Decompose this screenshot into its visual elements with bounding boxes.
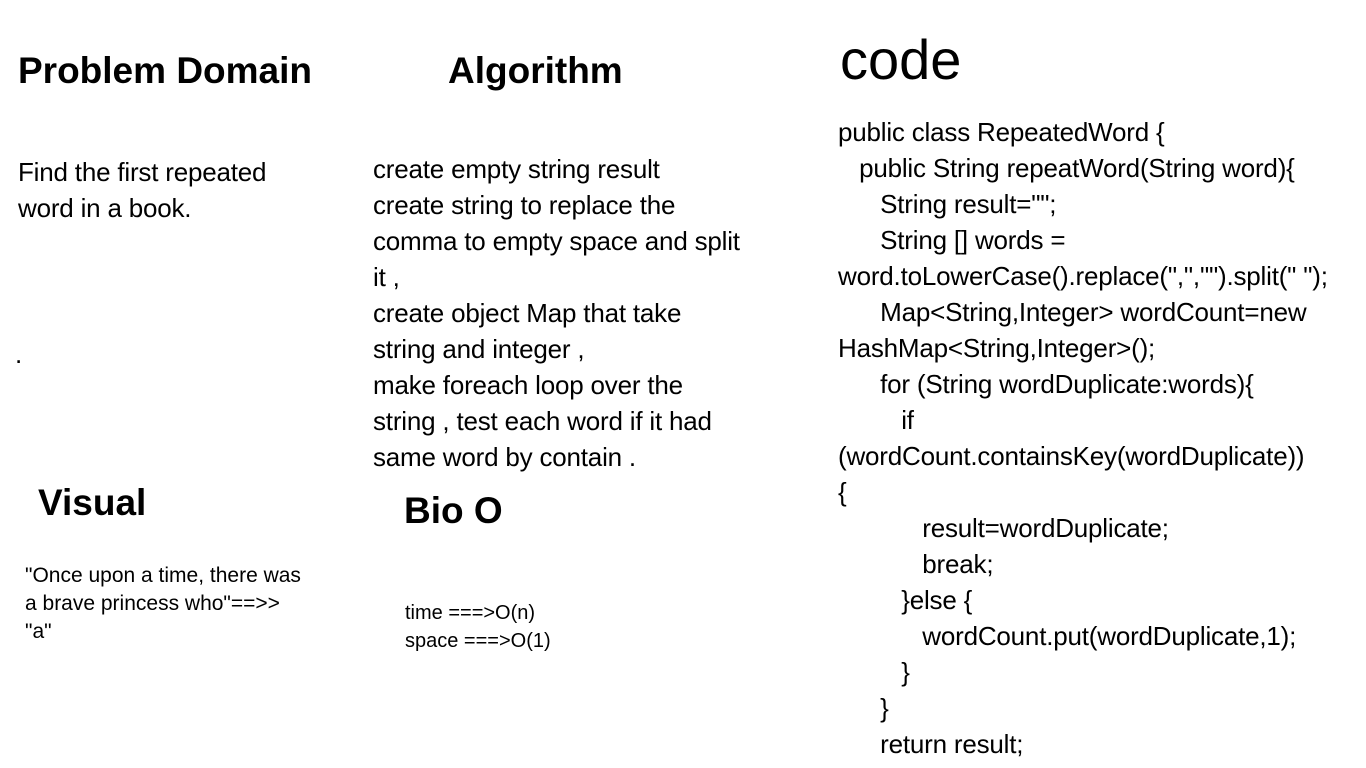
visual-heading: Visual xyxy=(38,482,147,523)
code-line: break; xyxy=(838,549,994,579)
code-line: wordCount.put(wordDuplicate,1); xyxy=(838,621,1297,651)
code-line: return result; xyxy=(838,729,1024,759)
big-o-time: time ===>O(n) xyxy=(405,602,536,624)
code-line: String result=""; xyxy=(838,189,1057,219)
code-line: Map<String,Integer> wordCount=new xyxy=(838,297,1307,327)
problem-domain-line: Find the first repeated xyxy=(18,157,267,187)
code-line: { xyxy=(838,477,847,507)
visual-line: a brave princess who"==>> xyxy=(25,592,280,615)
big-o-heading: Bio O xyxy=(404,490,503,531)
code-line: if xyxy=(838,405,914,435)
algorithm-heading: Algorithm xyxy=(448,50,623,91)
problem-domain-line: word in a book. xyxy=(18,193,192,223)
code-block: public class RepeatedWord { public Strin… xyxy=(838,114,1366,762)
problem-domain-text: Find the first repeated word in a book. xyxy=(18,154,267,226)
code-heading: code xyxy=(840,28,962,91)
code-line: for (String wordDuplicate:words){ xyxy=(838,369,1254,399)
code-line: result=wordDuplicate; xyxy=(838,513,1169,543)
code-line: word.toLowerCase().replace(",","").split… xyxy=(838,261,1328,291)
code-line: (wordCount.containsKey(wordDuplicate)) xyxy=(838,441,1305,471)
visual-text: "Once upon a time, there was a brave pri… xyxy=(25,562,301,646)
algorithm-line: comma to empty space and split xyxy=(373,226,740,256)
algorithm-line: create empty string result xyxy=(373,154,660,184)
algorithm-line: same word by contain . xyxy=(373,442,636,472)
code-line: String [] words = xyxy=(838,225,1066,255)
visual-line: "a" xyxy=(25,620,52,643)
algorithm-line: string and integer , xyxy=(373,334,585,364)
code-line: HashMap<String,Integer>(); xyxy=(838,333,1156,363)
code-line: } xyxy=(838,657,910,687)
big-o-space: space ===>O(1) xyxy=(405,630,551,652)
problem-domain-heading: Problem Domain xyxy=(18,50,312,91)
problem-domain-dot: . xyxy=(15,339,23,369)
algorithm-line: create object Map that take xyxy=(373,298,682,328)
code-line: } xyxy=(838,693,889,723)
algorithm-line: it , xyxy=(373,262,400,292)
algorithm-text: create empty string result create string… xyxy=(373,151,740,475)
code-line: public class RepeatedWord { xyxy=(838,117,1165,147)
algorithm-line: string , test each word if it had xyxy=(373,406,712,436)
big-o-text: time ===>O(n) space ===>O(1) xyxy=(405,599,551,655)
algorithm-line: make foreach loop over the xyxy=(373,370,683,400)
algorithm-line: create string to replace the xyxy=(373,190,676,220)
code-line: }else { xyxy=(838,585,973,615)
visual-line: "Once upon a time, there was xyxy=(25,564,301,587)
code-line: public String repeatWord(String word){ xyxy=(838,153,1295,183)
